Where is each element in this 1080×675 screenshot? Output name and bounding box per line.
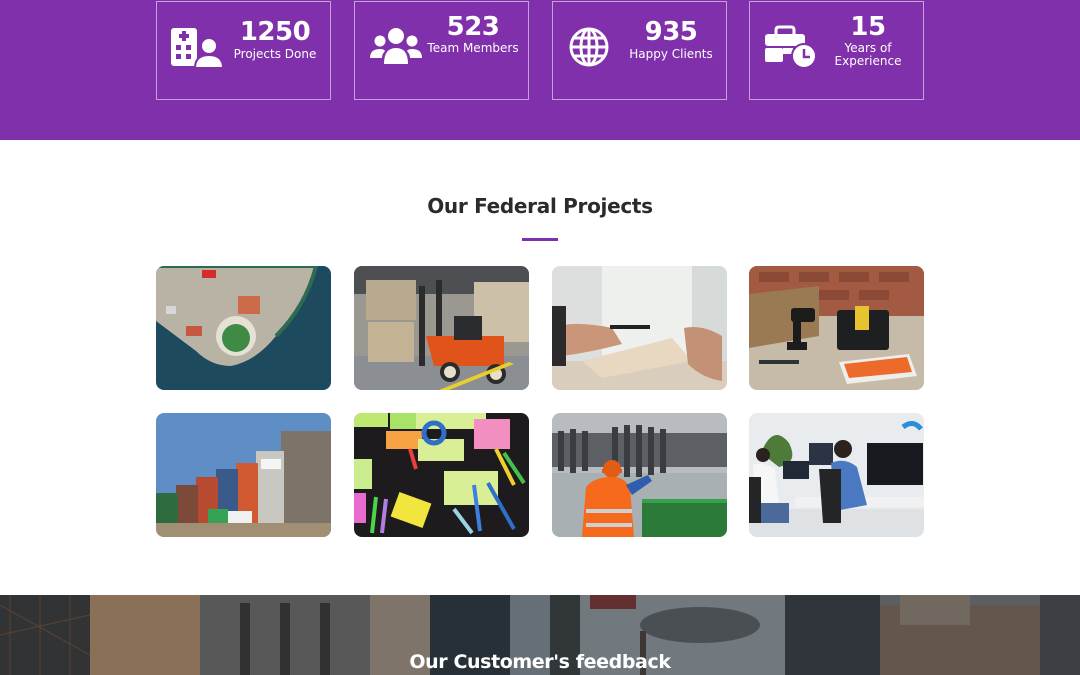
project-image-contract[interactable] xyxy=(552,266,727,390)
project-image-toolbox[interactable] xyxy=(749,266,924,390)
stat-label: Team Members xyxy=(427,41,519,55)
stat-value: 935 xyxy=(644,17,698,47)
title-underline xyxy=(522,238,558,241)
project-image-engineer[interactable] xyxy=(552,413,727,537)
stat-label: Projects Done xyxy=(233,47,317,61)
project-image-containers[interactable] xyxy=(156,413,331,537)
stat-value: 1250 xyxy=(239,17,311,47)
feedback-title: Our Customer's feedback xyxy=(409,651,671,673)
project-image-aerial-coast[interactable] xyxy=(156,266,331,390)
business-time-icon xyxy=(762,22,820,72)
stat-label: Happy Clients xyxy=(629,47,713,61)
users-icon xyxy=(367,22,425,72)
stat-card-team: 523 Team Members xyxy=(354,1,529,100)
section-title: Our Federal Projects xyxy=(427,194,653,218)
feedback-section-background: Our Customer's feedback xyxy=(0,595,1080,675)
stat-value: 523 xyxy=(446,12,500,42)
project-image-sticky-notes[interactable] xyxy=(354,413,529,537)
hospital-user-icon xyxy=(169,22,227,72)
stat-card-clients: 935 Happy Clients xyxy=(552,1,727,100)
stat-label: Years of Experience xyxy=(834,41,902,68)
stat-card-projects: 1250 Projects Done xyxy=(156,1,331,100)
project-image-forklift[interactable] xyxy=(354,266,529,390)
globe-icon xyxy=(565,22,623,72)
stats-band: 1250 Projects Done 523 Team Members 935 … xyxy=(0,0,1080,140)
project-image-developers[interactable] xyxy=(749,413,924,537)
stat-card-experience: 15 Years of Experience xyxy=(749,1,924,100)
stat-value: 15 xyxy=(850,12,886,42)
